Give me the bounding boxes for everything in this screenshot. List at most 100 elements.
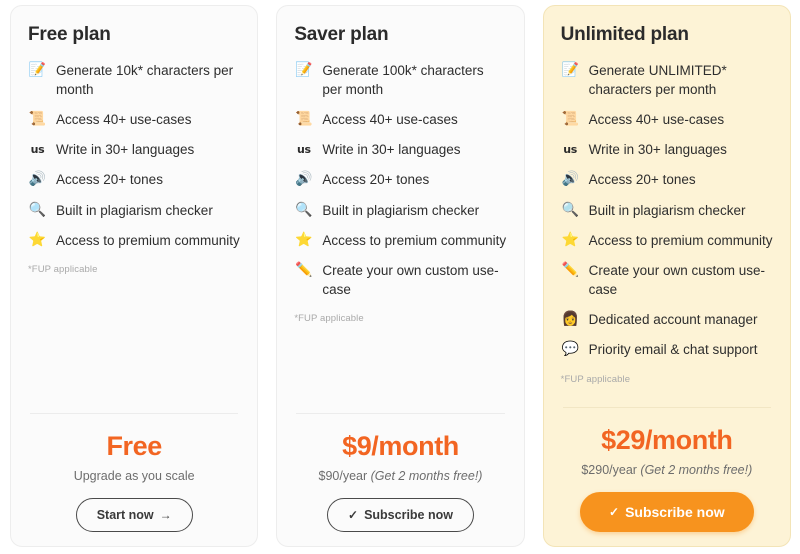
feature-list: 📝 Generate 10k* characters per month 📜 Acce… (28, 61, 240, 250)
feature-label: Access 40+ use-cases (322, 112, 458, 128)
cta-button-unlimited[interactable]: ✓ Subscribe now (580, 492, 754, 532)
feature-label: Access 40+ use-cases (588, 112, 725, 128)
feature-item: 🔍 Built in plagiarism checker (28, 201, 240, 220)
memo-icon: 📝 (295, 61, 313, 78)
feature-list: 📝 Generate 100k* characters per month 📜 Acc… (294, 61, 506, 299)
feature-item: 📜 Access 40+ use-cases (561, 110, 773, 129)
price-amount: $9/month (342, 431, 459, 462)
pricing-table: Free plan 📝 Generate 10k* characters per m… (0, 0, 800, 554)
speaker-icon: 🔊 (561, 171, 579, 188)
plan-title: Saver plan (294, 24, 389, 45)
speaker-icon: 🔊 (295, 171, 313, 188)
fup-footnote: *FUP applicable (28, 263, 98, 275)
feature-label: Built in plagiarism checker (588, 202, 746, 218)
feature-label: Dedicated account manager (588, 312, 758, 328)
star-icon: ⭐ (28, 231, 47, 248)
cta-label: Subscribe now (625, 504, 725, 520)
price-amount: $29/month (601, 425, 733, 456)
feature-item: ⭐ Access to premium community (28, 231, 240, 250)
price-block: Free Upgrade as you scale Start now → (28, 414, 240, 532)
feature-label: Access 20+ tones (588, 172, 696, 188)
plan-card-free: Free plan 📝 Generate 10k* characters per m… (10, 5, 259, 547)
feature-item: 🔍 Built in plagiarism checker (561, 201, 773, 220)
magnifier-icon: 🔍 (295, 201, 313, 218)
feature-item: 🔊 Access 20+ tones (28, 170, 240, 189)
feature-label: Write in 30+ languages (588, 142, 727, 158)
feature-label: Write in 30+ languages (322, 142, 461, 158)
feature-item: us Write in 30+ languages (294, 140, 506, 159)
feature-label: Access to premium community (588, 232, 773, 248)
price-promo: (Get 2 months free!) (370, 469, 483, 483)
feature-label: Create your own custom use-case (322, 262, 499, 298)
plan-card-saver: Saver plan 📝 Generate 100k* characters per… (276, 5, 525, 547)
price-subtext: $290/year (Get 2 months free!) (581, 463, 752, 477)
feature-item: ✏️ Create your own custom use-case (561, 261, 773, 299)
feature-item: 🔍 Built in plagiarism checker (294, 201, 506, 220)
feature-item: us Write in 30+ languages (28, 140, 240, 159)
check-icon: ✓ (609, 505, 620, 519)
feature-label: Access 40+ use-cases (56, 112, 192, 128)
feature-label: Built in plagiarism checker (322, 202, 480, 218)
feature-label: Access 20+ tones (322, 172, 430, 188)
plan-title: Free plan (28, 24, 111, 45)
chat-support-icon: 💬 (561, 341, 579, 358)
price-block: $29/month $290/year (Get 2 months free!) ✓… (561, 408, 773, 532)
feature-label: Access 20+ tones (56, 172, 163, 188)
feature-item: 💬 Priority email & chat support (561, 340, 773, 359)
plan-title: Unlimited plan (560, 24, 689, 45)
price-subtext: $90/year (Get 2 months free!) (319, 469, 483, 483)
cta-button-saver[interactable]: ✓ Subscribe now (327, 498, 474, 532)
cta-label: Start now (96, 508, 154, 522)
magnifier-icon: 🔍 (561, 201, 579, 218)
feature-item: ⭐ Access to premium community (294, 231, 506, 250)
feature-label: Access to premium community (56, 232, 240, 248)
price-promo: (Get 2 months free!) (640, 463, 753, 477)
fup-footnote: *FUP applicable (294, 313, 364, 325)
magnifier-icon: 🔍 (28, 201, 47, 218)
feature-item: 📝 Generate UNLIMITED* characters per mont… (561, 61, 773, 99)
feature-list: 📝 Generate UNLIMITED* characters per mont… (561, 61, 773, 360)
star-icon: ⭐ (561, 231, 579, 248)
feature-item: 📝 Generate 100k* characters per month (294, 61, 506, 99)
feature-item: 📜 Access 40+ use-cases (294, 110, 506, 129)
price-period: $290/year (581, 463, 641, 477)
feature-label: Create your own custom use-case (588, 262, 765, 298)
price-block: $9/month $90/year (Get 2 months free!) ✓ Su… (294, 414, 506, 532)
star-icon: ⭐ (295, 231, 313, 248)
feature-label: Priority email & chat support (588, 342, 758, 358)
account-manager-icon: 👩 (561, 311, 579, 328)
speaker-icon: 🔊 (28, 171, 47, 188)
price-period: $90/year (318, 469, 371, 483)
feature-item: 📝 Generate 10k* characters per month (28, 61, 240, 99)
feature-item: 👩 Dedicated account manager (561, 310, 773, 329)
feature-item: ⭐ Access to premium community (561, 231, 773, 250)
arrow-right-icon: → (159, 508, 172, 522)
feature-label: Generate 100k* characters per month (322, 62, 484, 97)
feature-item: us Write in 30+ languages (561, 140, 773, 159)
scroll-icon: 📜 (295, 111, 313, 128)
abc-icon: us (30, 143, 45, 157)
price-amount: Free (106, 431, 162, 462)
abc-icon: us (296, 143, 311, 157)
memo-icon: 📝 (561, 61, 579, 78)
scroll-icon: 📜 (28, 111, 47, 128)
check-icon: ✓ (348, 508, 359, 522)
fup-footnote: *FUP applicable (560, 373, 631, 385)
feature-label: Generate 10k* characters per month (56, 62, 234, 97)
pencil-icon: ✏️ (561, 261, 579, 278)
pencil-icon: ✏️ (295, 261, 313, 278)
memo-icon: 📝 (28, 61, 47, 78)
price-subtext: Upgrade as you scale (74, 469, 195, 483)
feature-item: 🔊 Access 20+ tones (561, 170, 773, 189)
cta-button-free[interactable]: Start now → (75, 498, 193, 532)
feature-label: Write in 30+ languages (56, 142, 195, 158)
feature-item: 🔊 Access 20+ tones (294, 170, 506, 189)
feature-label: Generate UNLIMITED* characters per month (588, 62, 727, 97)
abc-icon: us (563, 143, 578, 157)
price-period: Upgrade as you scale (73, 469, 195, 483)
cta-label: Subscribe now (364, 508, 453, 522)
feature-label: Built in plagiarism checker (56, 202, 213, 218)
